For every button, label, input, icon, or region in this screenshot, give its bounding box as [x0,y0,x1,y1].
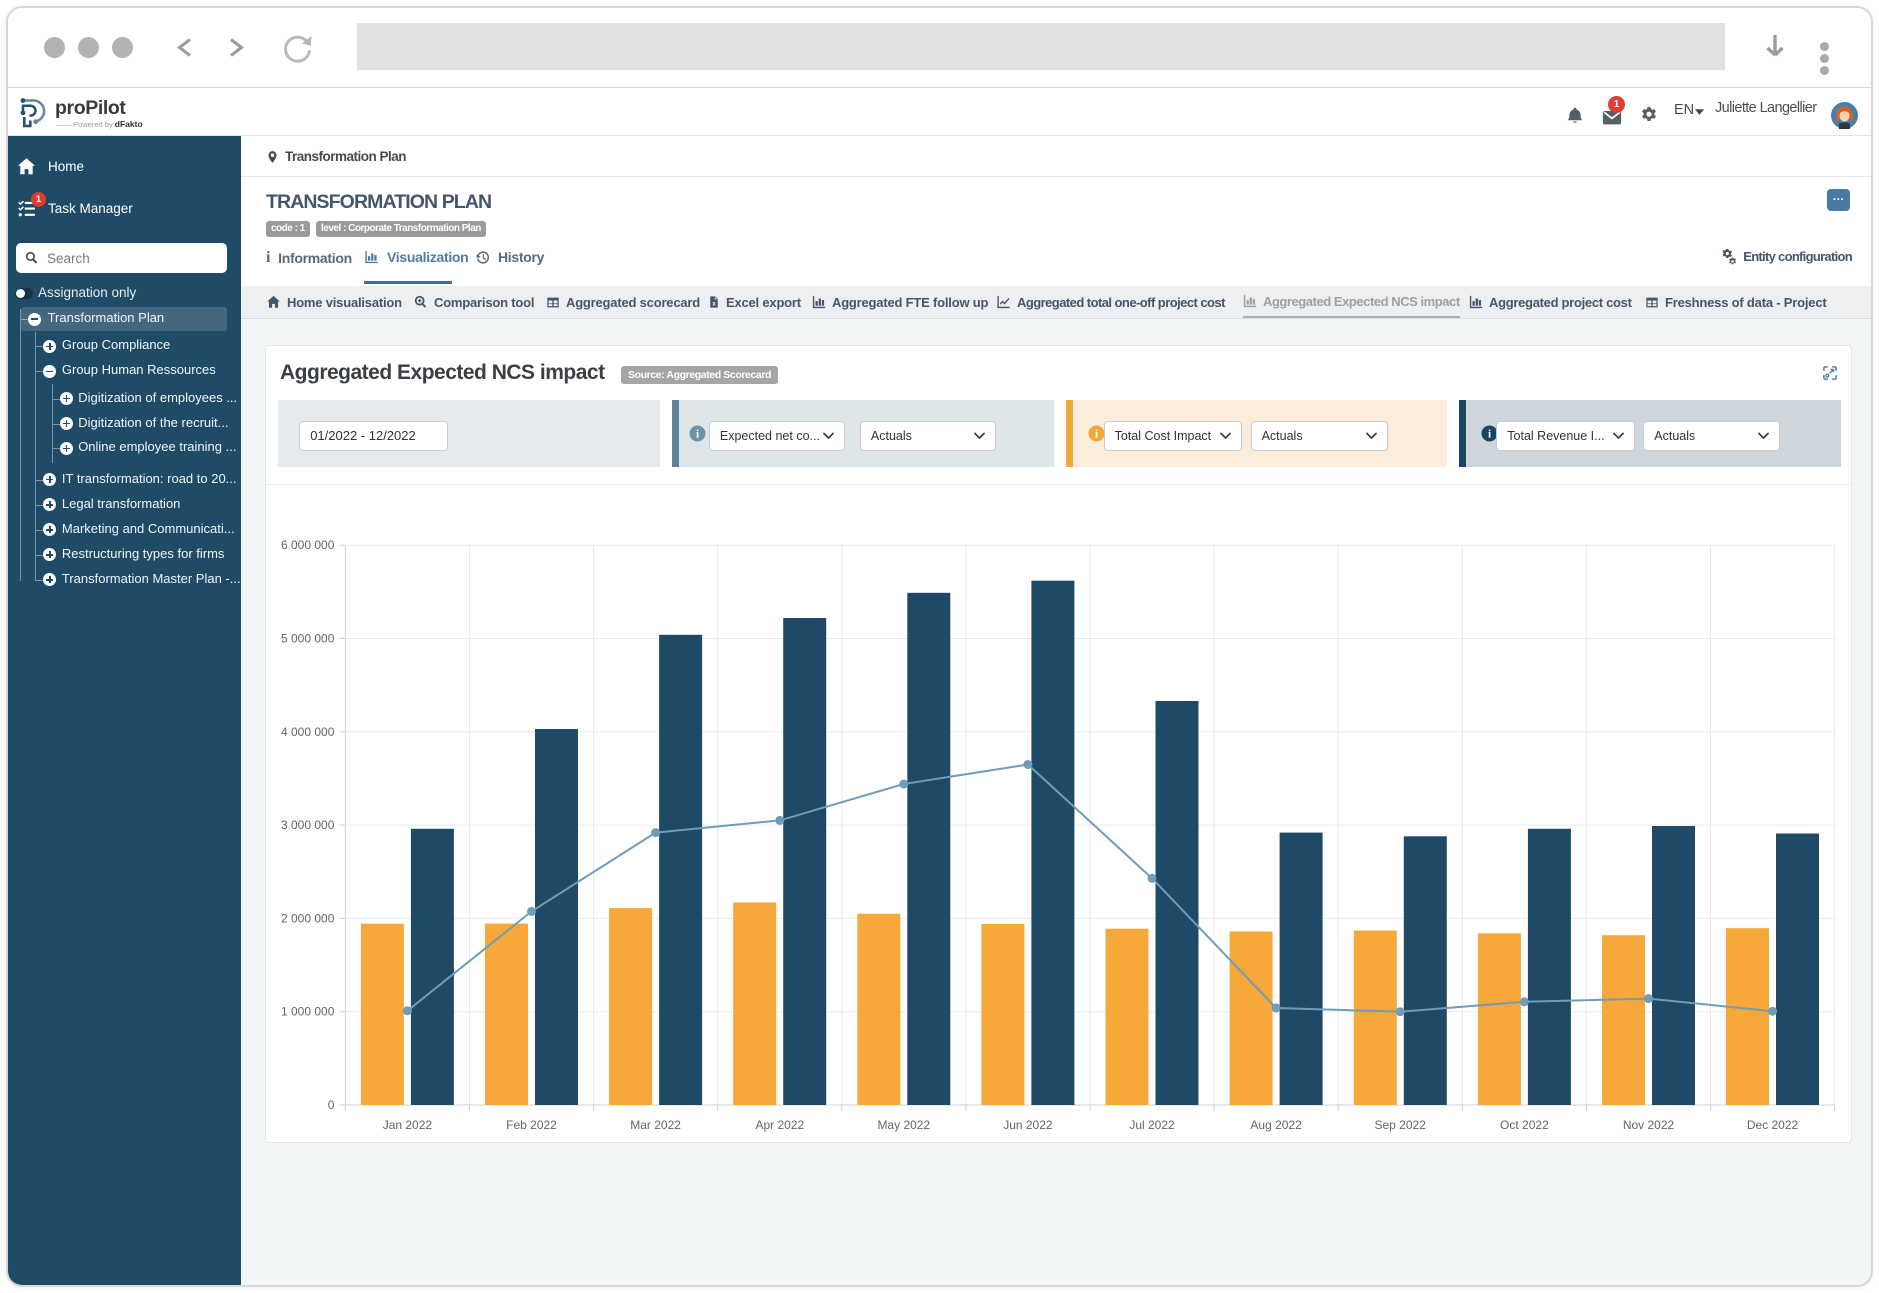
svg-text:May 2022: May 2022 [877,1118,930,1132]
svg-text:3 000 000: 3 000 000 [281,818,335,832]
svg-text:Mar 2022: Mar 2022 [630,1118,681,1132]
svg-text:4 000 000: 4 000 000 [281,725,335,739]
svg-text:i: i [1095,428,1098,440]
svg-text:Aug 2022: Aug 2022 [1250,1118,1302,1132]
svg-text:Nov 2022: Nov 2022 [1623,1118,1675,1132]
svg-text:Feb 2022: Feb 2022 [506,1118,557,1132]
svg-text:0: 0 [328,1098,335,1112]
svg-text:Oct 2022: Oct 2022 [1500,1118,1549,1132]
svg-text:Sep 2022: Sep 2022 [1375,1118,1427,1132]
svg-text:5 000 000: 5 000 000 [281,632,335,646]
svg-text:Apr 2022: Apr 2022 [755,1118,804,1132]
svg-text:2 000 000: 2 000 000 [281,911,335,925]
svg-text:i: i [696,428,699,440]
svg-text:i: i [1488,428,1491,440]
svg-text:Dec 2022: Dec 2022 [1747,1118,1799,1132]
svg-text:Jan 2022: Jan 2022 [383,1118,433,1132]
svg-text:1 000 000: 1 000 000 [281,1005,335,1019]
svg-text:Jul 2022: Jul 2022 [1129,1118,1175,1132]
svg-text:Jun 2022: Jun 2022 [1003,1118,1053,1132]
svg-text:6 000 000: 6 000 000 [281,538,335,552]
